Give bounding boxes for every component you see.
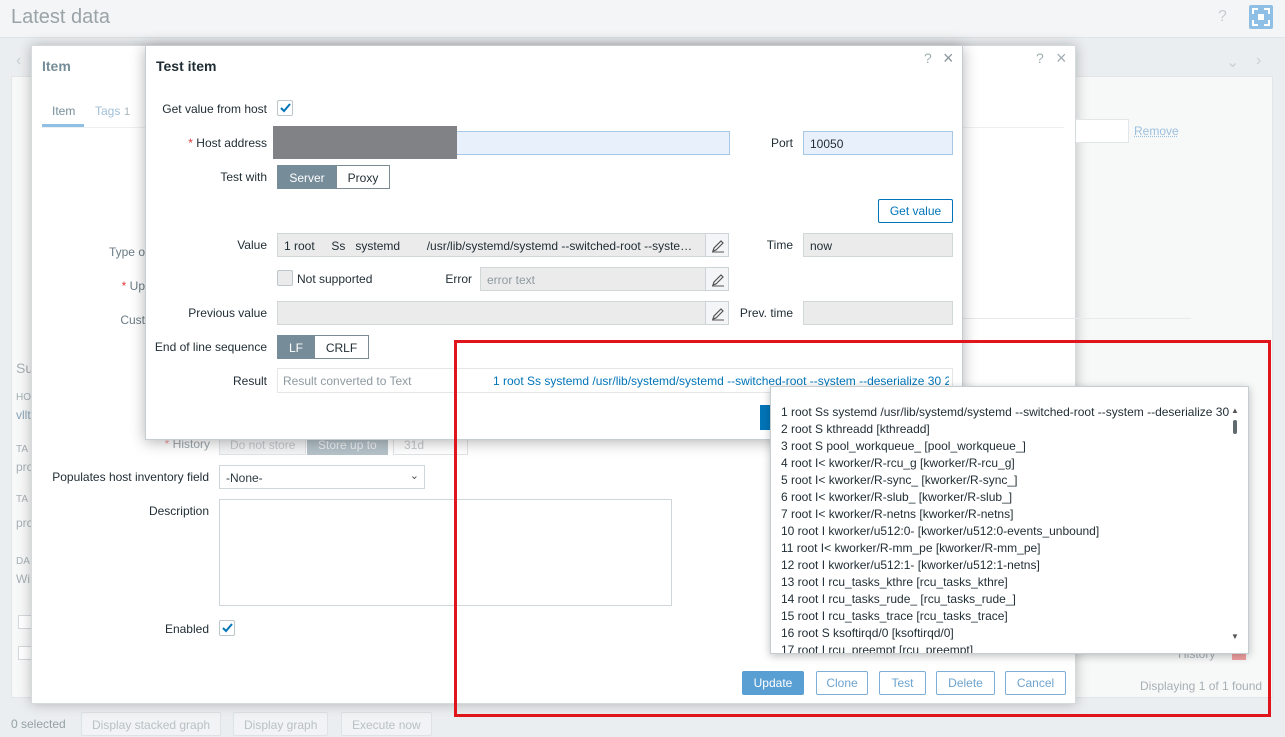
bg-label: HO (16, 392, 31, 403)
tag-value-input[interactable] (1076, 119, 1129, 143)
value-input[interactable]: 1 root Ss systemd /usr/lib/systemd/syste… (277, 233, 706, 257)
description-label: Description (148, 504, 209, 518)
result-label: Result (232, 374, 267, 388)
page-title: Latest data (11, 6, 110, 28)
bg-label: DA (16, 556, 30, 567)
highlight-annotation (454, 340, 1271, 717)
get-value-from-host-label: Get value from host (162, 102, 267, 116)
enabled-checkbox[interactable] (219, 620, 235, 636)
next-arrow-icon[interactable]: › (1256, 52, 1261, 70)
prev-arrow-icon[interactable]: ‹ (16, 52, 21, 70)
redacted-area (273, 126, 457, 159)
fullscreen-icon[interactable] (1249, 5, 1273, 29)
port-input[interactable]: 10050 (803, 131, 953, 155)
bg-label: TA (16, 494, 29, 505)
display-graph-button[interactable]: Display graph (233, 712, 329, 736)
not-supported-label: Not supported (297, 272, 373, 286)
bg-checkbox[interactable] (18, 615, 32, 629)
host-address-label: * Host address (188, 136, 267, 150)
previous-value-input[interactable] (277, 301, 706, 325)
tags-count-badge: 1 (124, 106, 131, 118)
close-icon[interactable]: × (1056, 48, 1067, 69)
test-dialog-title: Test item (156, 58, 217, 74)
eol-lf[interactable]: LF (277, 335, 315, 359)
update-interval-label: * Up (121, 279, 145, 293)
eol-label: End of line sequence (154, 340, 267, 354)
custom-intervals-label: Cust (120, 313, 145, 327)
chevron-down-icon[interactable]: ⌄ (1226, 52, 1239, 72)
get-value-from-host-checkbox[interactable] (277, 100, 293, 116)
time-label: Time (766, 238, 793, 252)
bg-label: Wi (16, 572, 30, 586)
get-value-button[interactable]: Get value (878, 199, 953, 223)
edit-pencil-icon[interactable] (705, 267, 729, 291)
execute-now-button[interactable]: Execute now (341, 712, 432, 736)
prev-time-input[interactable] (803, 301, 953, 325)
help-icon[interactable]: ? (924, 50, 932, 66)
page-header (0, 0, 1285, 38)
help-icon[interactable]: ? (1036, 50, 1044, 66)
test-with-label: Test with (220, 170, 267, 184)
prev-time-label: Prev. time (739, 306, 793, 320)
port-label: Port (770, 136, 793, 150)
item-dialog-title: Item (42, 58, 71, 74)
inventory-select[interactable]: -None- ⌄ (219, 465, 425, 489)
display-stacked-graph-button[interactable]: Display stacked graph (81, 712, 222, 736)
bg-checkbox[interactable] (18, 646, 32, 660)
eol-crlf[interactable]: CRLF (314, 335, 369, 359)
value-label: Value (237, 238, 267, 252)
type-label: Type o (108, 245, 145, 259)
divider (963, 318, 1191, 319)
not-supported-checkbox[interactable] (277, 270, 293, 286)
enabled-label: Enabled (164, 622, 209, 636)
help-icon[interactable]: ? (1218, 8, 1227, 26)
close-icon[interactable]: × (943, 48, 954, 69)
test-with-proxy[interactable]: Proxy (336, 165, 390, 189)
edit-pencil-icon[interactable] (705, 233, 729, 257)
inventory-label: Populates host inventory field (52, 470, 209, 484)
bg-label: vllt (16, 408, 31, 422)
tab-tags[interactable]: Tags (95, 104, 120, 118)
check-icon (222, 623, 233, 633)
tab-item[interactable]: Item (52, 104, 75, 118)
chevron-down-icon: ⌄ (409, 470, 419, 482)
bg-label: TA (16, 444, 29, 455)
time-input[interactable]: now (803, 233, 953, 257)
result-type-label: Result converted to Text (283, 374, 412, 388)
check-icon (280, 103, 291, 113)
previous-value-label: Previous value (188, 306, 267, 320)
test-with-server[interactable]: Server (277, 165, 337, 189)
selected-count: 0 selected (11, 717, 66, 731)
error-input[interactable]: error text (480, 267, 706, 291)
error-label: Error (445, 272, 472, 286)
remove-link[interactable]: Remove (1134, 124, 1179, 138)
edit-pencil-icon[interactable] (705, 301, 729, 325)
